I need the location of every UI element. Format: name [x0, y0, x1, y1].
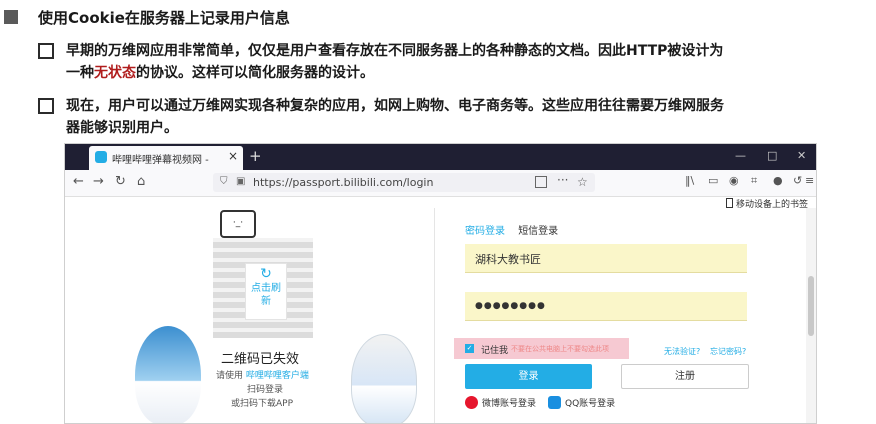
mobile-device-icon [725, 198, 733, 208]
bilibili-tv-mascot-icon: ·_· [220, 210, 256, 238]
username-value: 湖科大教书匠 [475, 253, 541, 266]
qq-icon [548, 396, 561, 409]
sidebar-icon[interactable]: ▭ [708, 174, 718, 187]
bookmark-star-icon[interactable]: ☆ [577, 175, 588, 189]
home-icon[interactable]: ⌂ [137, 174, 145, 189]
login-page: ·_· ↻ 点击刷 新 二维码已失效 请使用 哔哩哔哩客户端 扫码登录 或扫码下… [65, 208, 816, 423]
tab-close-icon[interactable]: × [228, 149, 238, 163]
bullet-1-line-2: 一种无状态的协议。这样可以简化服务器的设计。 [66, 65, 374, 81]
tab-title: 哔哩哔哩弹幕视频网 - (゜-゜) [112, 155, 212, 166]
mascot-girl-left-icon [135, 326, 201, 423]
reload-icon[interactable]: ↻ [115, 174, 126, 189]
remember-me-box[interactable]: ✓ 记住我 不要在公共电脑上不要勾选此项 [454, 338, 629, 359]
window-close-button[interactable]: ✕ [797, 149, 806, 162]
qr-expired-text: 二维码已失效 [221, 352, 300, 367]
remember-checkbox[interactable]: ✓ [465, 344, 474, 353]
client-link[interactable]: 哔哩哔哩客户端 [246, 371, 309, 381]
bullet-2-line-2: 器能够识别用户。 [66, 120, 178, 136]
page-scrollbar[interactable] [806, 208, 816, 423]
forgot-password-link[interactable]: 忘记密码? [710, 346, 746, 357]
password-value: ●●●●●●●● [475, 301, 546, 311]
library-icon[interactable]: ‖\ [685, 174, 694, 187]
refresh-icon: ↻ [260, 266, 272, 282]
tab-password-login[interactable]: 密码登录 [465, 226, 505, 237]
lock-icon[interactable]: ▣ [236, 176, 245, 187]
weibo-login[interactable]: 微博账号登录 [465, 396, 536, 409]
forward-arrow-icon[interactable]: → [93, 174, 104, 189]
login-tabs: 密码登录 短信登录 [465, 222, 558, 237]
qr-use-text: 请使用 哔哩哔哩客户端 [216, 371, 309, 381]
panel-divider [434, 208, 435, 423]
url-text[interactable]: https://passport.bilibili.com/login [253, 176, 433, 189]
more-actions-icon[interactable]: ··· [557, 173, 568, 187]
qr-refresh-line-2: 新 [261, 296, 271, 307]
new-tab-button[interactable]: + [249, 147, 262, 165]
extension-icon[interactable]: ↺ [793, 174, 802, 187]
remember-hint: 不要在公共电脑上不要勾选此项 [511, 345, 609, 353]
tab-sms-login[interactable]: 短信登录 [518, 226, 558, 237]
slide-heading: 使用Cookie在服务器上记录用户信息 [0, 4, 876, 28]
bullet-box-icon [38, 43, 54, 59]
heading-square-icon [4, 10, 18, 24]
qr-refresh-line-1: 点击刷 [251, 283, 281, 294]
bullet-2-text: 现在，用户可以通过万维网实现各种复杂的应用，如网上购物、电子商务等。这些应用往往… [66, 95, 871, 139]
stateless-highlight: 无状态 [94, 65, 136, 81]
mascot-girl-right-icon [351, 334, 417, 423]
weibo-icon [465, 396, 478, 409]
qr-refresh-button[interactable]: ↻ 点击刷 新 [245, 263, 287, 320]
bullet-2-line-1: 现在，用户可以通过万维网实现各种复杂的应用，如网上购物、电子商务等。这些应用往往… [66, 98, 724, 114]
account-icon[interactable]: ◉ [729, 174, 739, 187]
heading-text: 使用Cookie在服务器上记录用户信息 [38, 9, 290, 27]
maximize-button[interactable]: □ [767, 149, 777, 162]
minimize-button[interactable]: — [735, 149, 746, 162]
browser-tab[interactable]: 哔哩哔哩弹幕视频网 - (゜-゜) × [89, 146, 243, 170]
menu-icon[interactable]: ≡ [805, 174, 814, 187]
login-button[interactable]: 登录 [465, 364, 592, 389]
browser-tab-bar: 哔哩哔哩弹幕视频网 - (゜-゜) × + — □ ✕ [65, 144, 816, 170]
bullet-1: 早期的万维网应用非常简单，仅仅是用户查看存放在不同服务器上的各种静态的文档。因此… [38, 40, 858, 86]
scrollbar-thumb[interactable] [808, 276, 814, 336]
username-input[interactable]: 湖科大教书匠 [465, 244, 747, 273]
address-bar[interactable]: ⛉ ▣ https://passport.bilibili.com/login … [213, 173, 595, 192]
browser-nav-bar: ← → ↻ ⌂ ⛉ ▣ https://passport.bilibili.co… [65, 170, 816, 197]
qr-code-icon[interactable] [535, 176, 547, 188]
qr-download-text: 或扫码下载APP [231, 399, 294, 409]
password-input[interactable]: ●●●●●●●● [465, 292, 747, 321]
shield-icon[interactable]: ⛉ [220, 176, 228, 187]
bilibili-favicon-icon [95, 151, 107, 163]
bullet-box-icon [38, 98, 54, 114]
chat-icon[interactable]: ● [773, 174, 783, 187]
remember-label: 记住我 [481, 346, 509, 356]
bullet-1-line-1: 早期的万维网应用非常简单，仅仅是用户查看存放在不同服务器上的各种静态的文档。因此… [66, 43, 724, 59]
browser-screenshot: 哔哩哔哩弹幕视频网 - (゜-゜) × + — □ ✕ ← → ↻ ⌂ ⛉ ▣ … [64, 143, 817, 424]
cant-verify-link[interactable]: 无法验证? [664, 346, 700, 357]
register-button[interactable]: 注册 [621, 364, 749, 389]
bullet-2: 现在，用户可以通过万维网实现各种复杂的应用，如网上购物、电子商务等。这些应用往往… [38, 95, 858, 141]
back-arrow-icon[interactable]: ← [73, 174, 84, 189]
qr-scan-text: 扫码登录 [247, 385, 284, 395]
qq-login[interactable]: QQ账号登录 [548, 396, 615, 409]
bullet-1-text: 早期的万维网应用非常简单，仅仅是用户查看存放在不同服务器上的各种静态的文档。因此… [66, 40, 871, 84]
screenshot-icon[interactable]: ⌗ [751, 174, 757, 188]
